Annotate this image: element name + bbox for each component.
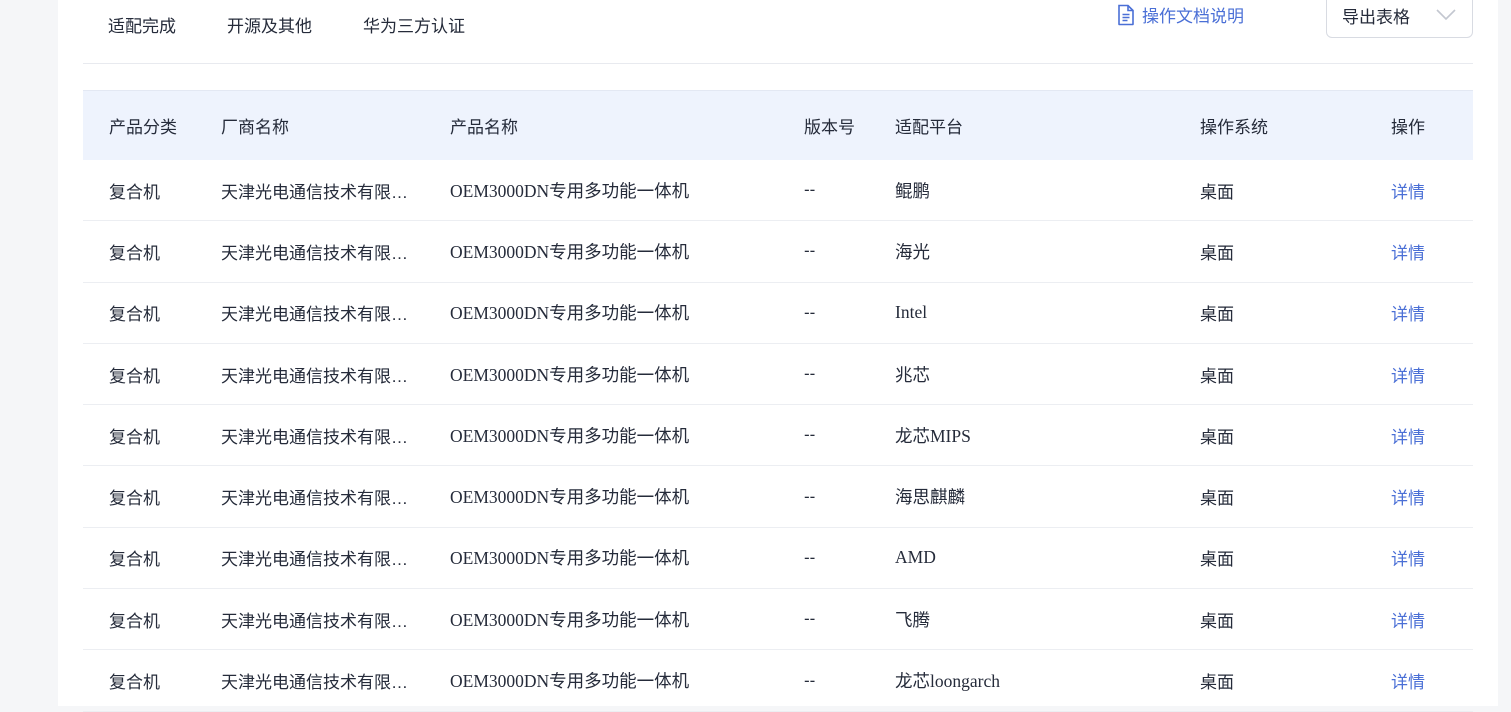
header-action: 操作 — [1391, 118, 1425, 137]
cell-version: -- — [804, 425, 816, 445]
cell-version: -- — [804, 670, 816, 690]
cell-vendor: 天津光电通信技术有限公司 — [221, 673, 416, 693]
cell-os: 桌面 — [1200, 673, 1234, 693]
table-row: 复合机 天津光电通信技术有限公司 OEM3000DN专用多功能一体机 -- 龙芯MIPS… — [83, 405, 1473, 467]
export-table-label: 导出表格 — [1342, 7, 1410, 27]
table-row: 复合机 天津光电通信技术有限公司 OEM3000DN专用多功能一体机 -- 鲲鹏 桌面 详情 — [83, 160, 1473, 222]
tab-open-source[interactable]: 开源及其他 — [227, 15, 312, 39]
header-os: 操作系统 — [1200, 118, 1268, 137]
cell-category: 复合机 — [109, 611, 160, 631]
cell-vendor: 天津光电通信技术有限公司 — [221, 611, 416, 631]
chevron-down-icon — [1436, 9, 1456, 21]
header-product: 产品名称 — [450, 118, 518, 137]
cell-category: 复合机 — [109, 243, 160, 263]
product-table: 产品分类 厂商名称 产品名称 版本号 适配平台 操作系统 操作 复合机天津光电通… — [83, 90, 1473, 712]
header-platform: 适配平台 — [895, 118, 963, 137]
cell-category: 复合机 — [109, 489, 160, 509]
cell-vendor: 天津光电通信技术有限公司 — [221, 550, 416, 570]
cell-version: -- — [804, 364, 816, 384]
table-row: 复合机 天津光电通信技术有限公司 OEM3000DN专用多功能一体机 -- 龙芯loon… — [83, 650, 1473, 712]
cell-vendor: 天津光电通信技术有限公司 — [221, 366, 416, 386]
cell-category: 复合机 — [109, 550, 160, 570]
document-icon — [1118, 4, 1134, 25]
cell-product: OEM3000DN专用多功能一体机 — [450, 609, 690, 630]
table-body: 复合机 天津光电通信技术有限公司 OEM3000DN专用多功能一体机 -- 鲲鹏 桌面 详情… — [83, 160, 1473, 712]
divider — [83, 63, 1473, 64]
cell-vendor: 天津光电通信技术有限公司 — [221, 243, 416, 263]
cell-platform: 兆芯 — [895, 364, 930, 385]
cell-product: OEM3000DN专用多功能一体机 — [450, 180, 690, 201]
operation-doc-link[interactable]: 操作文档说明 — [1116, 2, 1244, 27]
cell-os: 桌面 — [1200, 182, 1234, 202]
cell-product: OEM3000DN专用多功能一体机 — [450, 364, 690, 385]
cell-os: 桌面 — [1200, 611, 1234, 631]
cell-detail-link[interactable]: 详情 — [1391, 607, 1451, 632]
cell-detail-link[interactable]: 详情 — [1391, 178, 1451, 203]
table-row: 复合机 天津光电通信技术有限公司 OEM3000DN专用多功能一体机 -- Intel 桌… — [83, 283, 1473, 344]
cell-category: 复合机 — [109, 366, 160, 386]
cell-os: 桌面 — [1200, 243, 1234, 263]
cell-vendor: 天津光电通信技术有限公司 — [221, 182, 416, 202]
header-version: 版本号 — [804, 118, 855, 137]
cell-os: 桌面 — [1200, 305, 1234, 325]
cell-detail-link[interactable]: 详情 — [1391, 423, 1451, 448]
cell-os: 桌面 — [1200, 550, 1234, 570]
cell-os: 桌面 — [1200, 489, 1234, 509]
cell-platform: 飞腾 — [895, 609, 930, 630]
cell-product: OEM3000DN专用多功能一体机 — [450, 671, 690, 692]
cell-version: -- — [804, 241, 816, 261]
cell-detail-link[interactable]: 详情 — [1391, 545, 1451, 570]
table-row: 复合机 天津光电通信技术有限公司 OEM3000DN专用多功能一体机 -- AMD 桌面 详… — [83, 528, 1473, 590]
table-row: 复合机 天津光电通信技术有限公司 OEM3000DN专用多功能一体机 -- 飞腾 桌面 详情 — [83, 589, 1473, 651]
cell-platform: 鲲鹏 — [895, 180, 930, 201]
cell-version: -- — [804, 486, 816, 506]
operation-doc-label: 操作文档说明 — [1142, 7, 1244, 26]
cell-detail-link[interactable]: 详情 — [1391, 668, 1451, 693]
header-vendor: 厂商名称 — [221, 118, 289, 137]
cell-version: -- — [804, 180, 816, 200]
export-table-select[interactable]: 导出表格 — [1326, 0, 1473, 38]
cell-product: OEM3000DN专用多功能一体机 — [450, 241, 690, 262]
cell-vendor: 天津光电通信技术有限公司 — [221, 305, 416, 325]
tab-huawei-certified[interactable]: 华为三方认证 — [363, 15, 465, 39]
cell-category: 复合机 — [109, 305, 160, 325]
cell-category: 复合机 — [109, 673, 160, 693]
header-category: 产品分类 — [109, 118, 177, 137]
cell-platform: 海光 — [895, 241, 930, 262]
cell-product: OEM3000DN专用多功能一体机 — [450, 425, 690, 446]
cell-platform: 龙芯loongarch — [895, 671, 1000, 692]
cell-os: 桌面 — [1200, 366, 1234, 386]
cell-platform: 海思麒麟 — [895, 487, 965, 508]
cell-category: 复合机 — [109, 182, 160, 202]
tab-bar: 适配完成 开源及其他 华为三方认证 — [108, 15, 516, 39]
cell-category: 复合机 — [109, 427, 160, 447]
cell-os: 桌面 — [1200, 427, 1234, 447]
content-panel: 适配完成 开源及其他 华为三方认证 操作文档说明 导出表格 产品分类 厂商名称 … — [58, 0, 1498, 712]
cell-version: -- — [804, 302, 816, 322]
cell-product: OEM3000DN专用多功能一体机 — [450, 548, 690, 569]
tab-adapted[interactable]: 适配完成 — [108, 15, 176, 39]
cell-platform: AMD — [895, 547, 936, 568]
cell-detail-link[interactable]: 详情 — [1391, 239, 1451, 264]
cell-detail-link[interactable]: 详情 — [1391, 484, 1451, 509]
cell-version: -- — [804, 609, 816, 629]
cell-version: -- — [804, 547, 816, 567]
table-row: 复合机 天津光电通信技术有限公司 OEM3000DN专用多功能一体机 -- 海思麒麟 桌面… — [83, 466, 1473, 528]
cell-product: OEM3000DN专用多功能一体机 — [450, 487, 690, 508]
cell-vendor: 天津光电通信技术有限公司 — [221, 427, 416, 447]
cell-detail-link[interactable]: 详情 — [1391, 300, 1451, 325]
cell-vendor: 天津光电通信技术有限公司 — [221, 489, 416, 509]
table-row: 复合机 天津光电通信技术有限公司 OEM3000DN专用多功能一体机 -- 海光 桌面 详情 — [83, 221, 1473, 283]
cell-platform: Intel — [895, 302, 928, 323]
table-header: 产品分类 厂商名称 产品名称 版本号 适配平台 操作系统 操作 — [83, 90, 1473, 160]
cell-product: OEM3000DN专用多功能一体机 — [450, 303, 690, 324]
table-row: 复合机 天津光电通信技术有限公司 OEM3000DN专用多功能一体机 -- 兆芯 桌面 详情 — [83, 344, 1473, 406]
cell-detail-link[interactable]: 详情 — [1391, 362, 1451, 387]
cell-platform: 龙芯MIPS — [895, 425, 971, 446]
